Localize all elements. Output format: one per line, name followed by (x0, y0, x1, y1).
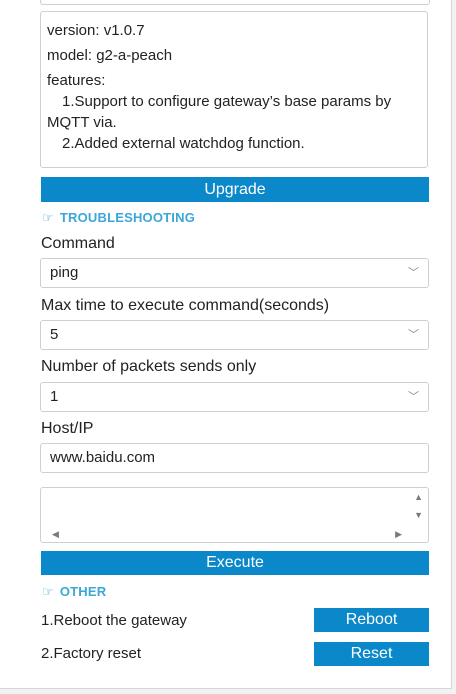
host-input[interactable]: www.baidu.com (40, 443, 429, 473)
chevron-down-icon: ﹀ (408, 329, 419, 341)
max-time-label: Max time to execute command(seconds) (41, 297, 330, 314)
release-model: model: g2-a-peach (47, 47, 173, 64)
release-feature-1-cont: MQTT via. (47, 114, 117, 131)
host-label: Host/IP (41, 420, 94, 437)
release-feature-1: 1.Support to configure gateway’s base pa… (62, 93, 392, 110)
packets-label: Number of packets sends only (41, 358, 257, 375)
scroll-up-icon[interactable]: ▲ (414, 492, 423, 502)
other-section-title: ☞ OTHER (42, 584, 106, 600)
command-value: ping (50, 264, 79, 281)
scroll-right-icon[interactable]: ▶ (395, 529, 402, 539)
other-title: OTHER (59, 584, 107, 599)
packets-value: 1 (50, 388, 59, 405)
pointing-hand-icon: ☞ (42, 210, 54, 225)
previous-field-edge (40, 0, 430, 5)
settings-panel: version: v1.0.7 model: g2-a-peach featur… (0, 0, 452, 689)
max-time-value: 5 (50, 326, 59, 343)
pointing-hand-icon: ☞ (42, 584, 54, 599)
execute-button[interactable]: Execute (41, 551, 429, 575)
troubleshooting-title: TROUBLESHOOTING (59, 210, 196, 225)
release-features-heading: features: (47, 72, 106, 89)
command-label: Command (41, 235, 115, 252)
command-select[interactable]: ping ﹀ (40, 258, 429, 288)
upgrade-button[interactable]: Upgrade (41, 177, 429, 202)
chevron-down-icon: ﹀ (408, 267, 419, 279)
factory-reset-label: 2.Factory reset (41, 645, 142, 662)
release-feature-2: 2.Added external watchdog function. (62, 135, 305, 152)
scroll-left-icon[interactable]: ◀ (52, 529, 59, 539)
scroll-down-icon[interactable]: ▼ (414, 510, 423, 520)
release-notes-box: version: v1.0.7 model: g2-a-peach featur… (40, 11, 428, 168)
release-version: version: v1.0.7 (47, 22, 145, 39)
host-value: www.baidu.com (50, 449, 156, 466)
factory-reset-button[interactable]: Reset (314, 642, 429, 666)
max-time-select[interactable]: 5 ﹀ (40, 320, 429, 350)
reboot-button[interactable]: Reboot (314, 608, 429, 632)
command-output-textarea[interactable]: ▲ ▼ ◀ ▶ (40, 487, 429, 543)
troubleshooting-section-title: ☞ TROUBLESHOOTING (42, 210, 195, 226)
chevron-down-icon: ﹀ (408, 391, 419, 403)
packets-select[interactable]: 1 ﹀ (40, 382, 429, 412)
reboot-label: 1.Reboot the gateway (41, 612, 187, 629)
